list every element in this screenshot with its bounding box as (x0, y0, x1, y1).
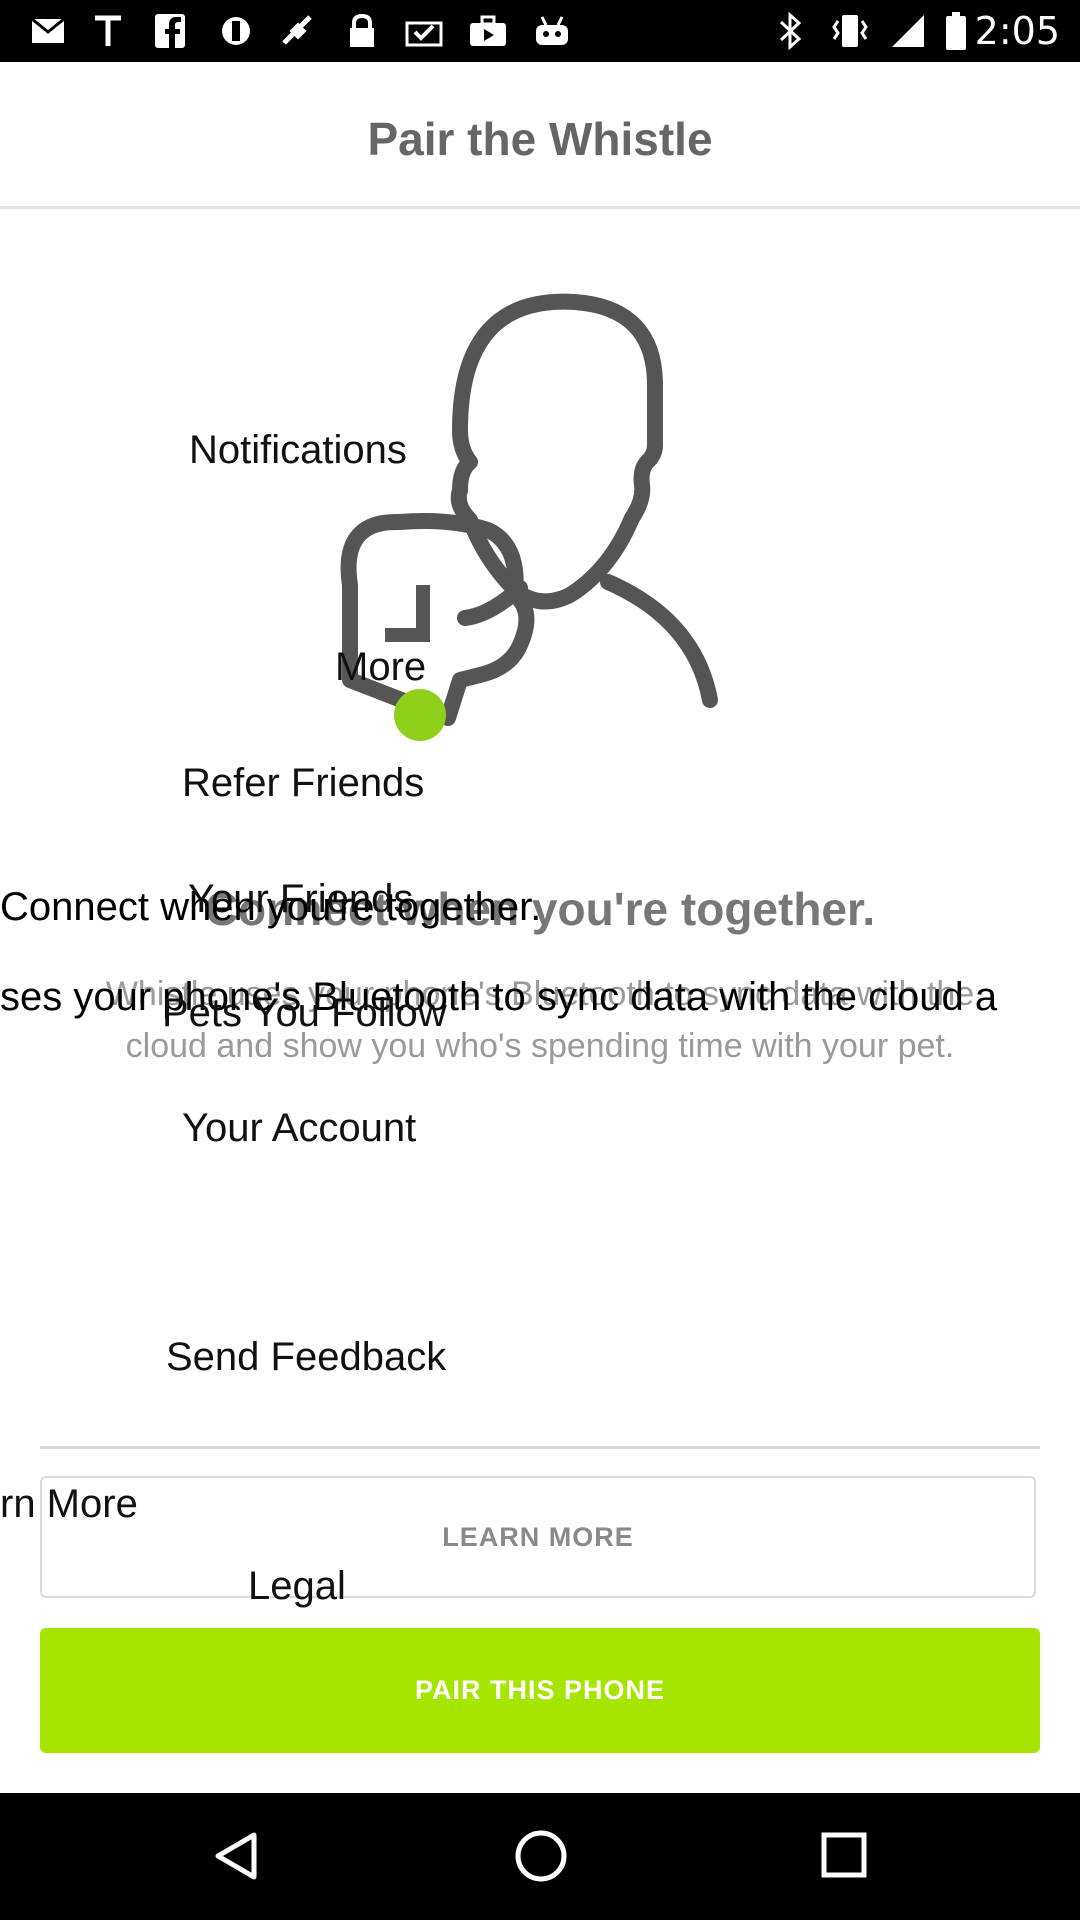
pair-this-phone-button[interactable]: PAIR THIS PHONE (40, 1628, 1040, 1753)
status-time: 2:05 (974, 9, 1060, 53)
signal-icon (888, 11, 928, 51)
page-title: Pair the Whistle (367, 113, 713, 165)
navigation-bar (0, 1793, 1080, 1920)
menu-item-learn-more[interactable]: rn More (0, 1482, 138, 1527)
battery-icon (944, 11, 968, 51)
back-icon[interactable] (212, 1831, 262, 1886)
vibrate-icon (830, 11, 870, 51)
status-dot (394, 689, 446, 741)
status-bar: 2:05 (0, 0, 1080, 62)
bluetooth-icon (776, 11, 806, 51)
menu-item-pets-you-follow[interactable]: Pets You Follow (162, 991, 447, 1036)
learn-more-button[interactable]: LEARN MORE (40, 1476, 1036, 1598)
menu-item-your-account[interactable]: Your Account (182, 1106, 416, 1151)
app-header: Pair the Whistle (0, 62, 1080, 208)
menu-item-refer-friends[interactable]: Refer Friends (182, 761, 424, 806)
home-icon[interactable] (514, 1829, 568, 1888)
facebook-icon (150, 11, 190, 51)
menu-item-more[interactable]: More (335, 645, 426, 690)
menu-item-legal[interactable]: Legal (248, 1564, 346, 1609)
overlay-heading-fragment: Connect when you're together. (0, 885, 542, 929)
text-t-icon (88, 11, 128, 51)
robot-icon (532, 11, 572, 51)
learn-more-label: LEARN MORE (442, 1521, 634, 1552)
briefcase-icon (468, 11, 508, 51)
overlay-description-fragment: ses your phone's Bluetooth to sync data … (0, 975, 998, 1019)
lock-icon (346, 11, 378, 51)
mail-icon (28, 11, 68, 51)
bottom-divider (40, 1446, 1040, 1449)
header-divider (0, 206, 1080, 209)
pair-this-phone-label: PAIR THIS PHONE (414, 1675, 666, 1705)
satellite-icon (278, 11, 322, 51)
recents-icon[interactable] (820, 1831, 868, 1884)
circle-icon (216, 11, 256, 51)
menu-item-notifications[interactable]: Notifications (189, 428, 407, 473)
menu-item-send-feedback[interactable]: Send Feedback (166, 1335, 446, 1380)
clipboard-check-icon (404, 11, 444, 51)
